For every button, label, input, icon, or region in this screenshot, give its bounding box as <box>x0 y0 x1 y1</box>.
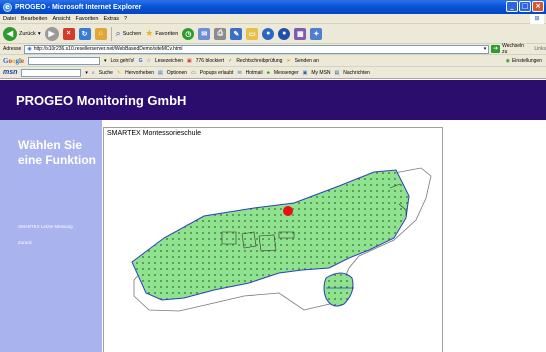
msn-hotmail-button[interactable]: Hotmail <box>246 70 263 76</box>
news-icon: ▤ <box>334 69 340 76</box>
menu-item-help[interactable]: ? <box>124 16 127 22</box>
hotmail-icon: ✉ <box>237 69 242 76</box>
msn-popups-button[interactable]: Popups erlaubt <box>200 70 234 76</box>
research-icon[interactable]: ▦ <box>294 27 307 40</box>
home-icon[interactable]: ⌂ <box>94 27 107 40</box>
sidebar-link-last-measurement[interactable]: SMARTEX Letzte Messung <box>18 224 73 229</box>
highlight-icon: ✎ <box>116 69 122 76</box>
page-content: PROGEO Monitoring GmbH Wählen Sie eine F… <box>0 80 546 352</box>
popup-blocker-icon: ▣ <box>187 57 192 64</box>
minimize-button[interactable]: _ <box>506 1 518 12</box>
msn-options-button[interactable]: Optionen <box>167 70 187 76</box>
msn-logo: msn <box>3 69 18 76</box>
msn-news-button[interactable]: Nachrichten <box>343 70 370 76</box>
settings-label: Einstellungen <box>511 57 542 64</box>
menu-bar: Datei Bearbeiten Ansicht Favoriten Extra… <box>0 14 546 24</box>
send-to-button[interactable]: Senden an <box>295 58 319 64</box>
star-bookmark-icon: ☆ <box>146 57 151 64</box>
send-icon: ➤ <box>286 57 291 64</box>
messenger-icon[interactable]: ● <box>262 27 275 40</box>
ie-logo-icon: e <box>3 2 12 12</box>
back-button[interactable]: ◀ Zurück ▾ <box>3 26 41 41</box>
browser-toolbar: ◀ Zurück ▾ ▶ × ↻ ⌂ ⌕ Suchen ★ Favoriten … <box>0 24 546 44</box>
favorites-label: Favoriten <box>155 30 179 37</box>
msn-highlight-button[interactable]: Hervorheben <box>125 70 154 76</box>
options-icon: ▤ <box>158 69 163 76</box>
mymsn-icon: ▣ <box>302 69 308 76</box>
google-settings-button[interactable]: ◉ Einstellungen <box>506 58 542 64</box>
close-button[interactable]: × <box>532 1 544 12</box>
content-box: SMARTEX Montessorieschule <box>103 127 443 352</box>
toolbar-separator <box>110 26 112 41</box>
msn-toolbar: msn ▾ ⌕ Suche ✎ Hervorheben ▤ Optionen ▭… <box>0 67 546 79</box>
edit-icon[interactable]: ✎ <box>230 27 243 40</box>
google-search-input[interactable] <box>28 56 101 65</box>
star-icon: ★ <box>145 28 154 38</box>
forward-button[interactable]: ▶ <box>44 26 59 41</box>
sidebar: Wählen Sie eine Funktion SMARTEX Letzte … <box>0 120 102 352</box>
msn-search-input[interactable] <box>21 68 82 77</box>
msn-dropdown-icon[interactable]: ▾ <box>85 70 88 76</box>
settings-icon: ◉ <box>505 57 510 64</box>
menu-item-bearbeiten[interactable]: Bearbeiten <box>21 16 48 22</box>
msn-messenger-button[interactable]: Messenger <box>274 70 299 76</box>
page-title: PROGEO Monitoring GmbH <box>16 93 187 108</box>
popup-icon: ▭ <box>191 69 196 76</box>
page-header: PROGEO Monitoring GmbH <box>0 80 546 120</box>
menu-item-ansicht[interactable]: Ansicht <box>52 16 70 22</box>
media-icon[interactable]: ● <box>278 27 291 40</box>
tools-icon[interactable]: ✦ <box>310 27 323 40</box>
sidebar-link-back[interactable]: Zurück <box>18 240 32 245</box>
menu-item-favoriten[interactable]: Favoriten <box>76 16 99 22</box>
msn-mymsn-button[interactable]: My MSN <box>311 70 330 76</box>
back-label: Zurück <box>19 30 36 37</box>
google-toolbar: Google ▾ Los geht's! G ☆ Lesezeichen ▣ 7… <box>0 55 546 67</box>
folder-icon[interactable]: ▭ <box>246 27 259 40</box>
address-label: Adresse <box>3 46 22 52</box>
go-button[interactable]: ➔ Wechseln zu <box>491 43 530 55</box>
measurement-marker[interactable] <box>283 206 293 216</box>
refresh-icon[interactable]: ↻ <box>78 27 91 40</box>
google-logo: Google <box>3 56 25 65</box>
search-button[interactable]: ⌕ Suchen <box>116 28 142 39</box>
msn-search-button[interactable]: Suche <box>99 70 113 76</box>
search-icon: ⌕ <box>115 28 121 38</box>
google-dropdown-icon[interactable]: ▾ <box>104 58 107 64</box>
msn-search-icon: ⌕ <box>91 69 95 76</box>
links-button[interactable]: Links <box>534 46 546 52</box>
address-input[interactable]: ◉ http://s10r236.s10.resellerserver.net/… <box>24 44 490 54</box>
menu-item-extras[interactable]: Extras <box>103 16 119 22</box>
google-bookmarks-button[interactable]: Lesezeichen <box>155 58 183 64</box>
stop-icon[interactable]: × <box>62 27 75 40</box>
favorites-button[interactable]: ★ Favoriten <box>145 28 178 39</box>
back-arrow-icon: ◀ <box>3 26 17 41</box>
address-url: http://s10r236.s10.resellerserver.net/We… <box>33 46 183 52</box>
window-titlebar: e PROGEO - Microsoft Internet Explorer _… <box>0 0 546 14</box>
google-g-icon[interactable]: G <box>139 58 143 64</box>
windows-logo-icon: ⊞ <box>530 14 544 24</box>
search-label: Suchen <box>122 30 142 37</box>
messenger-buddy-icon: ♣ <box>266 69 270 76</box>
print-icon[interactable]: ⎙ <box>214 27 227 40</box>
google-go-button[interactable]: Los geht's! <box>111 58 135 64</box>
address-dropdown-icon[interactable]: ▾ <box>484 46 487 52</box>
history-icon[interactable]: ◷ <box>182 27 195 40</box>
spellcheck-button[interactable]: Rechtschreibprüfung <box>236 58 282 64</box>
menu-item-datei[interactable]: Datei <box>3 16 16 22</box>
sidebar-heading: Wählen Sie eine Funktion <box>18 138 96 167</box>
maximize-button[interactable]: □ <box>519 1 531 12</box>
measured-area-small <box>323 272 354 307</box>
go-arrow-icon: ➔ <box>491 45 501 53</box>
address-bar: Adresse ◉ http://s10r236.s10.resellerser… <box>0 43 546 55</box>
page-icon: ◉ <box>27 46 32 52</box>
popup-blocked-count[interactable]: 776 blockiert <box>196 58 224 64</box>
spellcheck-icon: ✓ <box>228 57 233 64</box>
mail-icon[interactable]: ✉ <box>198 27 211 40</box>
site-map <box>131 167 432 312</box>
window-title: PROGEO - Microsoft Internet Explorer <box>15 3 142 11</box>
go-label: Wechseln zu <box>502 43 524 55</box>
